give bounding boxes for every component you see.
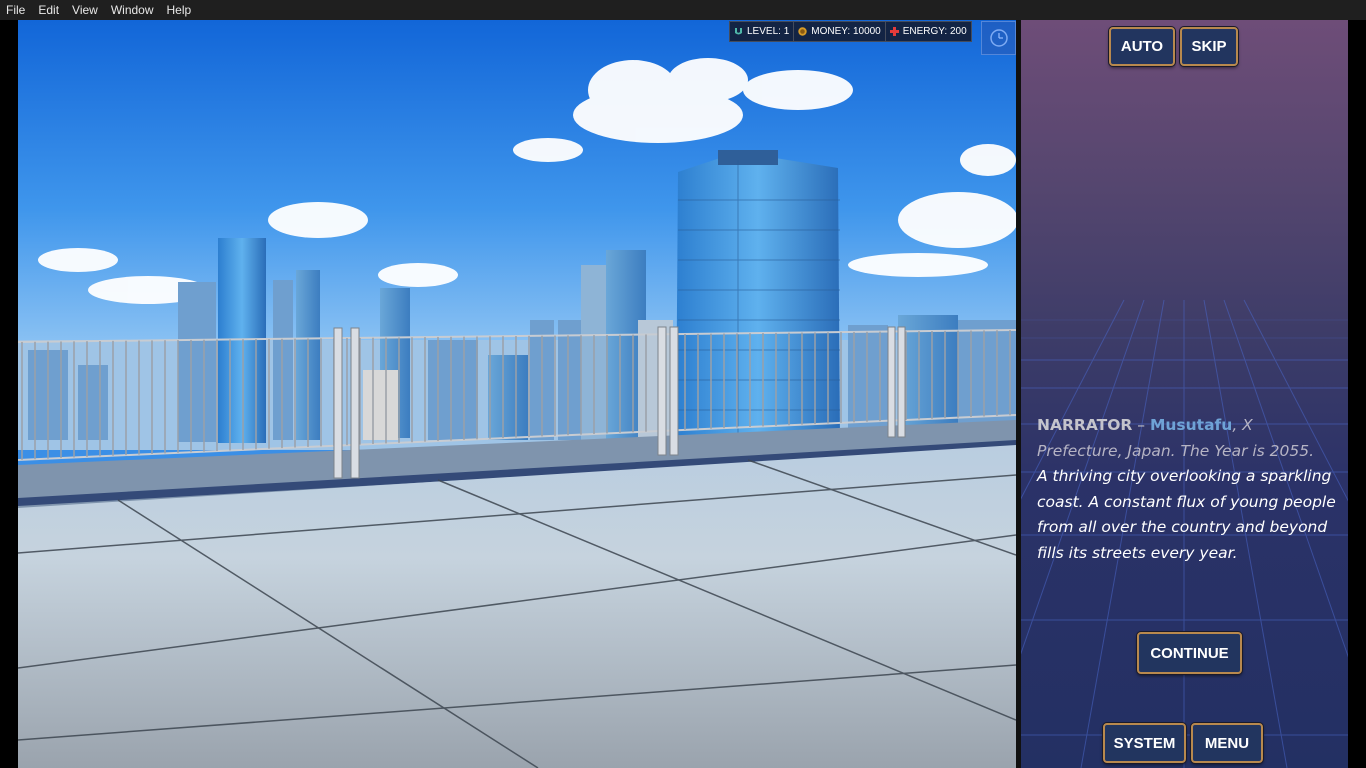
rooftop-city-illustration: [18, 20, 1016, 768]
dialogue-body-text: A thriving city overlooking a sparkling …: [1037, 467, 1336, 562]
energy-label: ENERGY: 200: [902, 26, 967, 37]
energy-icon: [889, 27, 899, 36]
right-black-bar: [1348, 20, 1366, 768]
menu-file[interactable]: File: [6, 3, 25, 17]
speaker-name: NARRATOR: [1037, 416, 1133, 434]
dialogue-box: NARRATOR – Musutafu, X Prefecture, Japan…: [1037, 413, 1343, 567]
menu-edit[interactable]: Edit: [38, 3, 59, 17]
energy-stat: ENERGY: 200: [886, 22, 971, 41]
menu-help[interactable]: Help: [167, 3, 192, 17]
money-stat: MONEY: 10000: [794, 22, 886, 41]
level-label: LEVEL: 1: [747, 26, 790, 37]
system-button[interactable]: SYSTEM: [1103, 723, 1186, 763]
clock-icon: [989, 29, 1008, 47]
menu-window[interactable]: Window: [111, 3, 154, 17]
level-stat: LEVEL: 1: [730, 22, 795, 41]
menu-view[interactable]: View: [72, 3, 98, 17]
coin-icon: [798, 27, 807, 36]
stats-hud: LEVEL: 1 MONEY: 10000 ENERGY: 200: [729, 21, 972, 42]
app-menubar: File Edit View Window Help: [0, 0, 1366, 20]
dialogue-place-highlight: Musutafu: [1149, 416, 1233, 434]
menu-button[interactable]: MENU: [1191, 723, 1263, 763]
rooftop-scene-background: [18, 20, 1016, 768]
auto-button[interactable]: AUTO: [1109, 27, 1175, 66]
speaker-separator: –: [1137, 416, 1150, 434]
continue-button[interactable]: CONTINUE: [1137, 632, 1242, 674]
separator-text: –: [1137, 416, 1146, 434]
skip-button[interactable]: SKIP: [1180, 27, 1238, 66]
money-label: MONEY: 10000: [811, 26, 881, 37]
level-icon: [734, 27, 743, 36]
hud-clock-button[interactable]: [981, 21, 1016, 55]
